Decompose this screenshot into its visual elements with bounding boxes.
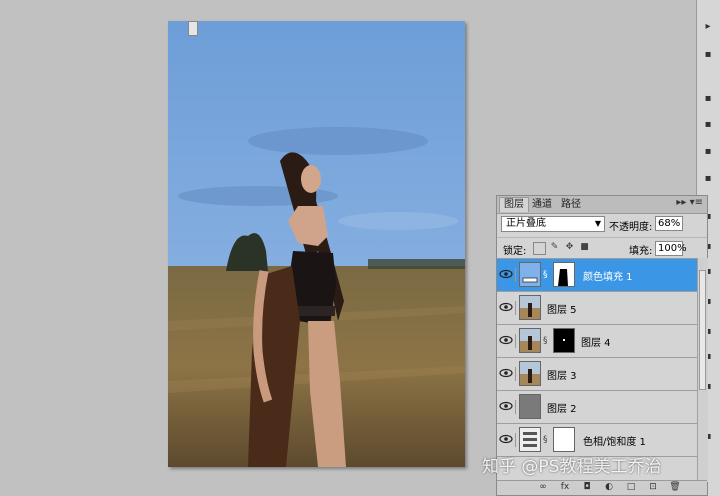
layer-name[interactable]: 图层 3 (547, 367, 577, 382)
tool-icon[interactable]: ▪ (701, 92, 715, 106)
group-icon[interactable]: □ (625, 482, 637, 493)
blend-mode-value: 正片叠底 (506, 218, 546, 229)
panel-menu-icon[interactable]: ▸▸ ▾≡ (676, 197, 703, 208)
layer-name[interactable]: 图层 2 (547, 400, 577, 415)
lock-brush-icon[interactable]: ✎ (549, 242, 560, 253)
lock-row: 锁定: ✎ ✥ ■ 填充: 100% (497, 237, 707, 258)
layer-name[interactable]: 图层 4 (581, 334, 611, 349)
photo-image (168, 21, 465, 467)
fill-input[interactable]: 100% (655, 241, 687, 256)
lock-move-icon[interactable]: ✥ (564, 242, 575, 253)
layer-name[interactable]: 图层 5 (547, 301, 577, 316)
tab-channels[interactable]: 通道 (528, 198, 556, 212)
eye-icon[interactable] (499, 400, 516, 414)
new-layer-icon[interactable]: ⊡ (647, 482, 659, 493)
layer-name[interactable]: 色相/饱和度 1 (583, 433, 646, 448)
scrollbar-thumb[interactable] (699, 270, 706, 390)
watermark: 知乎 @PS教程美工乔治 (482, 457, 662, 477)
lock-label: 锁定: (503, 246, 527, 257)
eye-icon[interactable] (499, 367, 516, 381)
hue-saturation-icon (519, 427, 541, 452)
gray-thumbnail (519, 394, 541, 419)
tool-icon[interactable]: ▪ (701, 118, 715, 132)
color-fill-thumbnail (519, 262, 541, 287)
fill-label: 填充: (629, 246, 653, 257)
blend-row: 正片叠底 ▼ 不透明度: 68% (188, 21, 707, 235)
photo-thumbnail (519, 361, 541, 386)
eye-icon[interactable] (499, 433, 516, 447)
chevron-down-icon: ▼ (594, 219, 601, 228)
link-icon[interactable]: § (543, 336, 548, 346)
layer-row[interactable]: 图层 5 (497, 292, 697, 325)
layers-panel: 图层 通道 路径 ▸▸ ▾≡ 正片叠底 ▼ 不透明度: 68% 锁定: ✎ ✥ … (188, 21, 708, 496)
eye-icon[interactable] (499, 268, 516, 282)
adjustment-icon[interactable]: ◐ (603, 482, 615, 493)
eye-icon[interactable] (499, 334, 516, 348)
mask-thumbnail (553, 262, 575, 287)
opacity-label: 不透明度: (609, 222, 653, 233)
eye-icon[interactable] (499, 301, 516, 315)
tool-icon[interactable]: ▪ (701, 48, 715, 62)
layer-list: § 颜色填充 1 图层 5 § 图层 4 图层 3 图层 2 § 色相/饱和度 … (497, 258, 697, 483)
mask-thumbnail (553, 427, 575, 452)
link-icon[interactable]: § (543, 270, 548, 280)
tool-icon[interactable]: ▪ (701, 145, 715, 159)
layer-row[interactable]: § 颜色填充 1 (497, 259, 697, 292)
photo-thumbnail (519, 328, 541, 353)
link-icon[interactable]: § (543, 435, 548, 445)
layer-name[interactable]: 颜色填充 1 (583, 268, 633, 283)
layer-list-scrollbar[interactable] (697, 258, 708, 482)
document-canvas[interactable] (168, 21, 465, 467)
blend-mode-select[interactable]: 正片叠底 ▼ (501, 216, 605, 232)
tool-icon[interactable]: ▪ (701, 172, 715, 186)
panel-tabs: 图层 通道 路径 ▸▸ ▾≡ (497, 196, 707, 214)
photo-thumbnail (519, 295, 541, 320)
layer-row[interactable]: § 图层 4 (497, 325, 697, 358)
layer-row[interactable]: 图层 3 (497, 358, 697, 391)
tab-layers[interactable]: 图层 (499, 197, 529, 212)
lock-transparency-icon[interactable] (533, 242, 546, 255)
add-mask-icon[interactable]: ◘ (581, 482, 593, 493)
lock-all-icon[interactable]: ■ (579, 242, 590, 253)
mask-thumbnail (553, 328, 575, 353)
layer-row[interactable]: 图层 2 (497, 391, 697, 424)
trash-icon[interactable]: 🗑 (669, 482, 681, 493)
tab-paths[interactable]: 路径 (557, 198, 585, 212)
fx-icon[interactable]: fx (559, 482, 571, 493)
link-layers-icon[interactable]: ∞ (537, 482, 549, 493)
panel-collapse-icon[interactable]: ▸ (701, 20, 715, 34)
opacity-stepper[interactable] (188, 21, 198, 36)
panel-footer: ∞ fx ◘ ◐ □ ⊡ 🗑 (497, 480, 707, 495)
opacity-input[interactable]: 68% (655, 216, 683, 231)
